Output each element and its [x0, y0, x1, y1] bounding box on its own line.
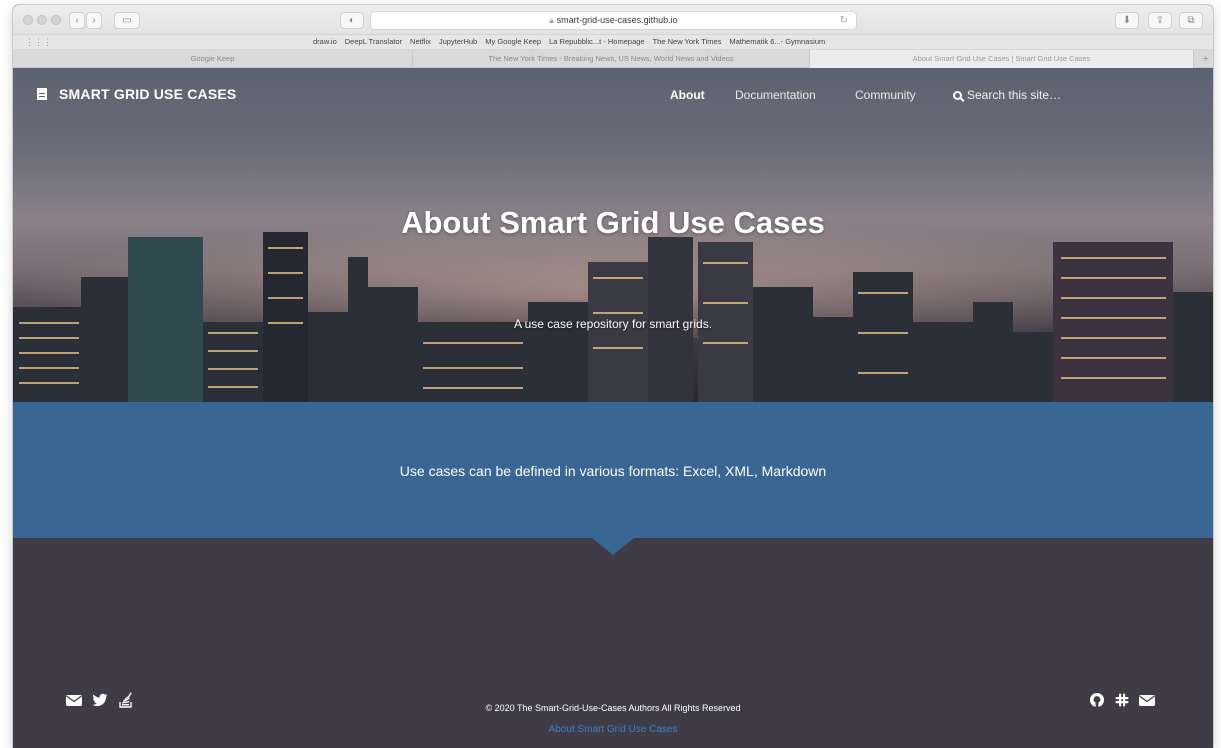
lock-icon: 🔒︎ [549, 16, 554, 25]
zoom-window-button[interactable] [51, 15, 61, 25]
address-bar-url: smart-grid-use-cases.github.io [556, 15, 678, 25]
bookmarks-bar: ⋮⋮⋮ draw.io DeepL Translator Netflix Jupyte… [13, 35, 1213, 50]
banner-arrow [592, 538, 634, 555]
close-window-button[interactable] [23, 15, 33, 25]
download-icon: ⬇ [1122, 15, 1132, 26]
sidebar-button[interactable]: ▭ [114, 12, 140, 29]
nav-documentation[interactable]: Documentation [735, 88, 816, 102]
web-page: SMART GRID USE CASES About Documentation… [13, 68, 1213, 748]
bookmark-item[interactable]: DeepL Translator [345, 37, 402, 46]
tab-label: Google Keep [190, 54, 235, 63]
tab-overview-button[interactable]: ⧉ [1179, 12, 1203, 29]
browser-window: ‹ › ▭ ◐ 🔒︎ smart-grid-use-cases.github.io… [13, 5, 1213, 748]
bookmark-item[interactable]: JupyterHub [439, 37, 477, 46]
share-button[interactable]: ⇪ [1148, 12, 1172, 29]
tabs-icon: ⧉ [1187, 15, 1195, 26]
nav-about[interactable]: About [670, 88, 705, 102]
favorites-grid-icon[interactable]: ⋮⋮⋮ [25, 37, 52, 48]
nav-community[interactable]: Community [855, 88, 916, 102]
github-icon[interactable] [1088, 692, 1106, 708]
bookmark-item[interactable]: Mathematik 6...- Gymnasium [729, 37, 825, 46]
page-subtitle: A use case repository for smart grids. [513, 317, 713, 331]
bookmark-item[interactable]: My Google Keep [485, 37, 541, 46]
tab-label: About Smart Grid Use Cases | Smart Grid … [912, 54, 1091, 63]
formats-banner: Use cases can be defined in various form… [13, 402, 1213, 538]
reload-icon[interactable]: ↻ [840, 12, 848, 29]
site-brand-label: SMART GRID USE CASES [59, 86, 237, 102]
envelope-icon[interactable] [1138, 692, 1156, 708]
copyright-text: © 2020 The Smart-Grid-Use-Cases Authors … [485, 703, 741, 713]
tab-nytimes[interactable]: The New York Times - Breaking News, US N… [413, 50, 810, 68]
tab-bar: Google Keep The New York Times - Breakin… [13, 50, 1213, 68]
privacy-report-button[interactable]: ◐ [340, 12, 364, 29]
forward-button[interactable]: › [86, 12, 102, 29]
document-icon [37, 88, 47, 100]
search-placeholder: Search this site… [967, 88, 1062, 102]
new-tab-button[interactable]: + [1203, 50, 1209, 68]
search-icon [953, 91, 962, 100]
shield-icon: ◐ [348, 15, 356, 26]
tab-smart-grid[interactable]: About Smart Grid Use Cases | Smart Grid … [810, 50, 1194, 68]
bookmark-item[interactable]: Netflix [410, 37, 431, 46]
bookmark-item[interactable]: La Repubblic...t - Homepage [549, 37, 644, 46]
chevron-right-icon: › [92, 15, 96, 26]
slack-icon[interactable] [1113, 692, 1131, 708]
page-title: About Smart Grid Use Cases [401, 205, 825, 240]
footer-about-link[interactable]: About Smart Grid Use Cases [13, 724, 1213, 735]
downloads-button[interactable]: ⬇ [1115, 12, 1139, 29]
site-search[interactable]: Search this site… [953, 88, 1061, 102]
tab-google-keep[interactable]: Google Keep [13, 50, 413, 68]
address-bar[interactable]: 🔒︎ smart-grid-use-cases.github.io ↻ [370, 11, 857, 30]
bookmark-item[interactable]: The New York Times [653, 37, 722, 46]
share-icon: ⇪ [1155, 15, 1165, 26]
sidebar-icon: ▭ [122, 15, 132, 26]
site-brand[interactable]: SMART GRID USE CASES [37, 86, 236, 102]
back-button[interactable]: ‹ [69, 12, 85, 29]
hero-section: SMART GRID USE CASES About Documentation… [13, 68, 1213, 402]
minimize-window-button[interactable] [37, 15, 47, 25]
bookmark-list: draw.io DeepL Translator Netflix JupyterHub… [313, 37, 833, 46]
bookmark-item[interactable]: draw.io [313, 37, 337, 46]
formats-text: Use cases can be defined in various form… [399, 463, 827, 479]
tab-label: The New York Times - Breaking News, US N… [488, 54, 734, 63]
chevron-left-icon: ‹ [75, 15, 79, 26]
browser-toolbar: ‹ › ▭ ◐ 🔒︎ smart-grid-use-cases.github.io… [13, 5, 1213, 35]
